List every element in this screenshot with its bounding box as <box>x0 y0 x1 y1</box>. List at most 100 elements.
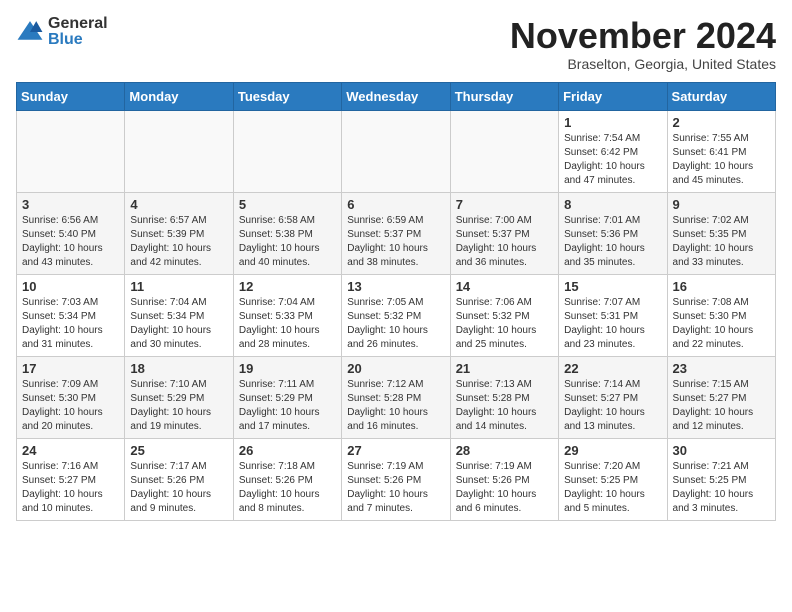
calendar-day-cell: 4 Sunrise: 6:57 AM Sunset: 5:39 PM Daylig… <box>125 192 233 274</box>
calendar-day-cell: 12Sunrise: 7:04 AM Sunset: 5:33 PM Dayli… <box>233 274 341 356</box>
calendar-week-row: 1Sunrise: 7:54 AM Sunset: 6:42 PM Daylig… <box>17 110 776 192</box>
day-info: Sunrise: 7:08 AM Sunset: 5:30 PM Dayligh… <box>673 296 770 352</box>
day-number: 21 <box>456 361 553 376</box>
day-info: Sunrise: 6:57 AM Sunset: 5:39 PM Dayligh… <box>130 214 227 270</box>
month-title: November 2024 <box>510 16 776 56</box>
calendar-day-cell: 21 Sunrise: 7:13 AM Sunset: 5:28 PM Dayli… <box>450 356 558 438</box>
calendar-day-cell: 24 Sunrise: 7:16 AM Sunset: 5:27 PM Dayli… <box>17 438 125 520</box>
day-info: Sunrise: 7:15 AM Sunset: 5:27 PM Dayligh… <box>673 378 770 434</box>
day-info: Sunrise: 7:06 AM Sunset: 5:32 PM Dayligh… <box>456 296 553 352</box>
day-number: 8 <box>564 197 661 212</box>
day-info: Sunrise: 7:13 AM Sunset: 5:28 PM Dayligh… <box>456 378 553 434</box>
day-info: Sunrise: 6:58 AM Sunset: 5:38 PM Dayligh… <box>239 214 336 270</box>
day-number: 14 <box>456 279 553 294</box>
logo-general-text: General <box>48 16 108 32</box>
day-number: 13 <box>347 279 444 294</box>
day-info: Sunrise: 7:16 AM Sunset: 5:27 PM Dayligh… <box>22 460 119 516</box>
calendar-day-cell <box>17 110 125 192</box>
day-info: Sunrise: 7:14 AM Sunset: 5:27 PM Dayligh… <box>564 378 661 434</box>
day-number: 10 <box>22 279 119 294</box>
calendar-day-cell: 9Sunrise: 7:02 AM Sunset: 5:35 PM Daylig… <box>667 192 775 274</box>
calendar-day-cell <box>450 110 558 192</box>
day-of-week-header: Tuesday <box>233 82 341 110</box>
day-info: Sunrise: 7:18 AM Sunset: 5:26 PM Dayligh… <box>239 460 336 516</box>
day-number: 11 <box>130 279 227 294</box>
day-number: 2 <box>673 115 770 130</box>
calendar-week-row: 24 Sunrise: 7:16 AM Sunset: 5:27 PM Dayli… <box>17 438 776 520</box>
calendar-day-cell: 7Sunrise: 7:00 AM Sunset: 5:37 PM Daylig… <box>450 192 558 274</box>
calendar-day-cell: 1Sunrise: 7:54 AM Sunset: 6:42 PM Daylig… <box>559 110 667 192</box>
day-number: 17 <box>22 361 119 376</box>
day-number: 26 <box>239 443 336 458</box>
calendar-day-cell <box>342 110 450 192</box>
calendar-week-row: 10Sunrise: 7:03 AM Sunset: 5:34 PM Dayli… <box>17 274 776 356</box>
day-number: 24 <box>22 443 119 458</box>
calendar-day-cell: 11 Sunrise: 7:04 AM Sunset: 5:34 PM Dayli… <box>125 274 233 356</box>
day-info: Sunrise: 7:09 AM Sunset: 5:30 PM Dayligh… <box>22 378 119 434</box>
day-info: Sunrise: 6:56 AM Sunset: 5:40 PM Dayligh… <box>22 214 119 270</box>
page-header: General Blue November 2024 Braselton, Ge… <box>16 16 776 72</box>
day-number: 3 <box>22 197 119 212</box>
day-of-week-header: Wednesday <box>342 82 450 110</box>
calendar-week-row: 3 Sunrise: 6:56 AM Sunset: 5:40 PM Daylig… <box>17 192 776 274</box>
calendar-day-cell: 6Sunrise: 6:59 AM Sunset: 5:37 PM Daylig… <box>342 192 450 274</box>
location: Braselton, Georgia, United States <box>510 56 776 72</box>
day-of-week-header: Sunday <box>17 82 125 110</box>
calendar-day-cell: 29 Sunrise: 7:20 AM Sunset: 5:25 PM Dayli… <box>559 438 667 520</box>
calendar-day-cell: 15 Sunrise: 7:07 AM Sunset: 5:31 PM Dayli… <box>559 274 667 356</box>
day-of-week-header: Thursday <box>450 82 558 110</box>
day-info: Sunrise: 7:05 AM Sunset: 5:32 PM Dayligh… <box>347 296 444 352</box>
calendar-day-cell: 16 Sunrise: 7:08 AM Sunset: 5:30 PM Dayli… <box>667 274 775 356</box>
calendar-day-cell: 14 Sunrise: 7:06 AM Sunset: 5:32 PM Dayli… <box>450 274 558 356</box>
day-info: Sunrise: 7:02 AM Sunset: 5:35 PM Dayligh… <box>673 214 770 270</box>
day-number: 5 <box>239 197 336 212</box>
calendar-day-cell <box>125 110 233 192</box>
day-number: 16 <box>673 279 770 294</box>
calendar-day-cell: 3 Sunrise: 6:56 AM Sunset: 5:40 PM Daylig… <box>17 192 125 274</box>
calendar-day-cell: 2 Sunrise: 7:55 AM Sunset: 6:41 PM Daylig… <box>667 110 775 192</box>
calendar-day-cell: 10Sunrise: 7:03 AM Sunset: 5:34 PM Dayli… <box>17 274 125 356</box>
calendar-day-cell: 13 Sunrise: 7:05 AM Sunset: 5:32 PM Dayli… <box>342 274 450 356</box>
day-number: 30 <box>673 443 770 458</box>
calendar-header-row: SundayMondayTuesdayWednesdayThursdayFrid… <box>17 82 776 110</box>
day-of-week-header: Saturday <box>667 82 775 110</box>
day-number: 29 <box>564 443 661 458</box>
day-info: Sunrise: 7:12 AM Sunset: 5:28 PM Dayligh… <box>347 378 444 434</box>
calendar-day-cell: 25 Sunrise: 7:17 AM Sunset: 5:26 PM Dayli… <box>125 438 233 520</box>
logo-icon <box>16 18 44 46</box>
day-info: Sunrise: 7:10 AM Sunset: 5:29 PM Dayligh… <box>130 378 227 434</box>
calendar-day-cell: 30Sunrise: 7:21 AM Sunset: 5:25 PM Dayli… <box>667 438 775 520</box>
calendar-day-cell: 26 Sunrise: 7:18 AM Sunset: 5:26 PM Dayli… <box>233 438 341 520</box>
calendar-day-cell <box>233 110 341 192</box>
day-info: Sunrise: 7:07 AM Sunset: 5:31 PM Dayligh… <box>564 296 661 352</box>
day-info: Sunrise: 7:19 AM Sunset: 5:26 PM Dayligh… <box>456 460 553 516</box>
day-number: 4 <box>130 197 227 212</box>
day-info: Sunrise: 7:01 AM Sunset: 5:36 PM Dayligh… <box>564 214 661 270</box>
logo-blue-text: Blue <box>48 32 108 48</box>
logo-text: General Blue <box>48 16 108 48</box>
calendar-day-cell: 8 Sunrise: 7:01 AM Sunset: 5:36 PM Daylig… <box>559 192 667 274</box>
logo: General Blue <box>16 16 108 48</box>
day-info: Sunrise: 7:54 AM Sunset: 6:42 PM Dayligh… <box>564 132 661 188</box>
day-number: 12 <box>239 279 336 294</box>
calendar-day-cell: 27 Sunrise: 7:19 AM Sunset: 5:26 PM Dayli… <box>342 438 450 520</box>
calendar-day-cell: 23Sunrise: 7:15 AM Sunset: 5:27 PM Dayli… <box>667 356 775 438</box>
calendar-day-cell: 28 Sunrise: 7:19 AM Sunset: 5:26 PM Dayli… <box>450 438 558 520</box>
day-of-week-header: Friday <box>559 82 667 110</box>
day-number: 15 <box>564 279 661 294</box>
day-info: Sunrise: 7:17 AM Sunset: 5:26 PM Dayligh… <box>130 460 227 516</box>
day-info: Sunrise: 7:55 AM Sunset: 6:41 PM Dayligh… <box>673 132 770 188</box>
day-number: 6 <box>347 197 444 212</box>
day-number: 28 <box>456 443 553 458</box>
day-number: 27 <box>347 443 444 458</box>
day-info: Sunrise: 7:11 AM Sunset: 5:29 PM Dayligh… <box>239 378 336 434</box>
day-info: Sunrise: 7:04 AM Sunset: 5:34 PM Dayligh… <box>130 296 227 352</box>
calendar-day-cell: 20Sunrise: 7:12 AM Sunset: 5:28 PM Dayli… <box>342 356 450 438</box>
day-of-week-header: Monday <box>125 82 233 110</box>
calendar-week-row: 17 Sunrise: 7:09 AM Sunset: 5:30 PM Dayli… <box>17 356 776 438</box>
day-number: 25 <box>130 443 227 458</box>
day-info: Sunrise: 7:19 AM Sunset: 5:26 PM Dayligh… <box>347 460 444 516</box>
calendar-day-cell: 5 Sunrise: 6:58 AM Sunset: 5:38 PM Daylig… <box>233 192 341 274</box>
day-info: Sunrise: 7:20 AM Sunset: 5:25 PM Dayligh… <box>564 460 661 516</box>
day-info: Sunrise: 7:00 AM Sunset: 5:37 PM Dayligh… <box>456 214 553 270</box>
